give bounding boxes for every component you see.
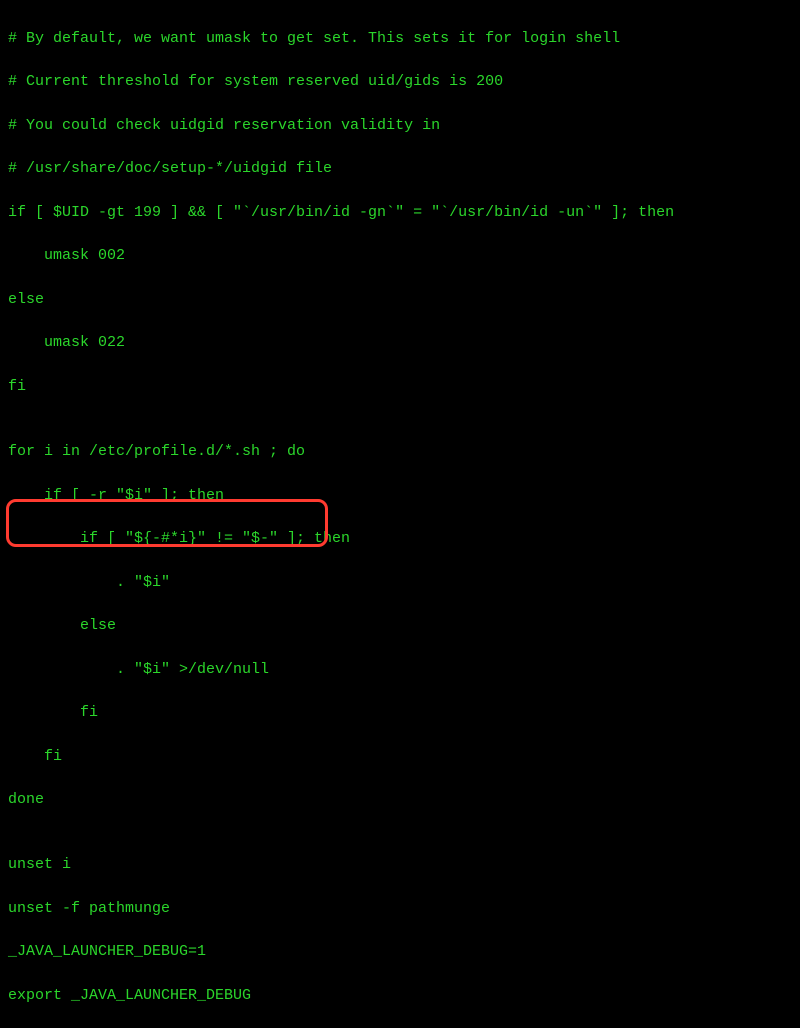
code-line: . "$i" — [8, 572, 792, 594]
code-line: else — [8, 289, 792, 311]
code-line: # By default, we want umask to get set. … — [8, 28, 792, 50]
code-line: export _JAVA_LAUNCHER_DEBUG — [8, 985, 792, 1007]
code-line: # You could check uidgid reservation val… — [8, 115, 792, 137]
code-line: if [ -r "$i" ]; then — [8, 485, 792, 507]
code-line: fi — [8, 702, 792, 724]
code-line: umask 022 — [8, 332, 792, 354]
code-line: unset -f pathmunge — [8, 898, 792, 920]
terminal-output[interactable]: # By default, we want umask to get set. … — [8, 6, 792, 1028]
code-line: fi — [8, 746, 792, 768]
code-line: else — [8, 615, 792, 637]
code-line: done — [8, 789, 792, 811]
code-line: umask 002 — [8, 245, 792, 267]
code-line: for i in /etc/profile.d/*.sh ; do — [8, 441, 792, 463]
code-line: # Current threshold for system reserved … — [8, 71, 792, 93]
code-line: unset i — [8, 854, 792, 876]
code-line: _JAVA_LAUNCHER_DEBUG=1 — [8, 941, 792, 963]
code-line: if [ "${-#*i}" != "$-" ]; then — [8, 528, 792, 550]
code-line: . "$i" >/dev/null — [8, 659, 792, 681]
code-line: # /usr/share/doc/setup-*/uidgid file — [8, 158, 792, 180]
code-line: if [ $UID -gt 199 ] && [ "`/usr/bin/id -… — [8, 202, 792, 224]
code-line: fi — [8, 376, 792, 398]
